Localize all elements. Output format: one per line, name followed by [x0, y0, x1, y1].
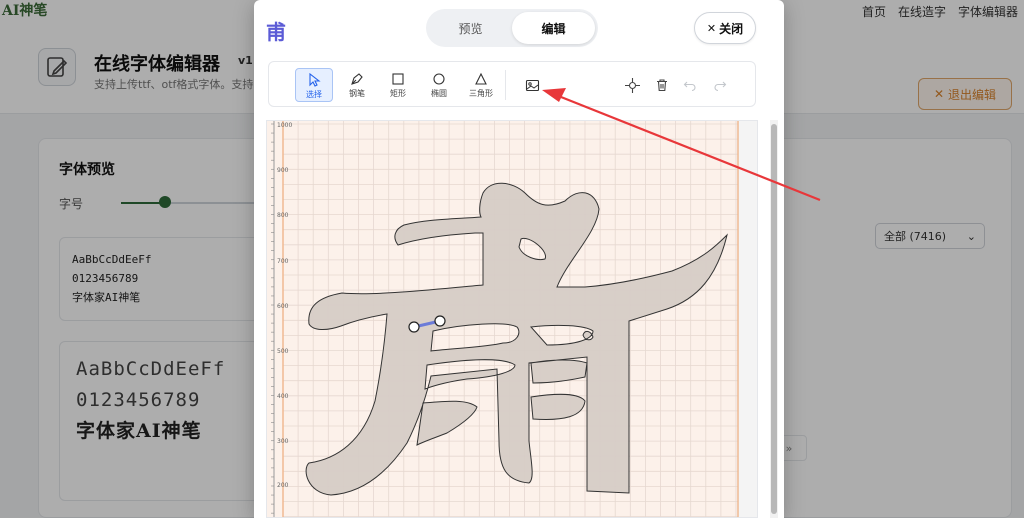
redo-button[interactable]	[709, 74, 731, 96]
pen-icon	[351, 73, 363, 85]
glyph-canvas[interactable]: 1000 900 800 700 600 500 400 300 200	[266, 120, 758, 518]
tool-ellipse[interactable]: 椭圆	[420, 68, 458, 102]
edit-toolbar: 选择 钢笔 矩形 椭圆 三角形	[268, 61, 756, 107]
undo-icon	[683, 81, 696, 92]
tool-label: 椭圆	[431, 89, 447, 98]
tool-label: 矩形	[390, 89, 406, 98]
ruler-label: 500	[277, 348, 289, 355]
center-button[interactable]	[621, 74, 643, 96]
image-icon	[525, 79, 539, 91]
tool-pen[interactable]: 钢笔	[338, 68, 376, 102]
tool-label: 三角形	[469, 89, 493, 98]
tool-select[interactable]: 选择	[295, 68, 333, 102]
tab-edit[interactable]: 编辑	[512, 12, 595, 44]
close-label: 关闭	[719, 21, 744, 36]
tool-triangle[interactable]: 三角形	[462, 68, 500, 102]
modal-scrollbar[interactable]	[770, 120, 778, 518]
anchor-point[interactable]	[408, 321, 420, 333]
tool-label: 选择	[306, 90, 322, 99]
rectangle-icon	[392, 73, 404, 85]
trash-icon	[657, 79, 667, 92]
glyph-editor-modal: 甫 预览 编辑 ✕ 关闭 选择 钢笔 矩形 椭圆 三角形 1000 900 80…	[254, 0, 784, 518]
pointer-icon	[309, 73, 321, 87]
mode-tabs: 预览 编辑	[426, 9, 598, 47]
ruler-label: 700	[277, 258, 289, 265]
current-glyph: 甫	[266, 20, 286, 44]
undo-button[interactable]	[679, 74, 701, 96]
ruler-label: 200	[277, 482, 289, 489]
crosshair-icon	[624, 77, 640, 93]
tab-preview[interactable]: 预览	[429, 12, 512, 44]
ruler-label: 1000	[277, 122, 292, 129]
delete-button[interactable]	[651, 74, 673, 96]
triangle-icon	[475, 72, 487, 85]
tool-rectangle[interactable]: 矩形	[379, 68, 417, 102]
ruler-label: 900	[277, 167, 289, 174]
ruler-label: 300	[277, 438, 289, 445]
close-icon: ✕	[706, 21, 717, 35]
tool-label: 钢笔	[349, 89, 365, 98]
ruler-label: 400	[277, 393, 289, 400]
ruler-label: 600	[277, 303, 289, 310]
redo-icon	[714, 81, 727, 92]
glyph-canvas-svg[interactable]: 1000 900 800 700 600 500 400 300 200	[267, 121, 758, 518]
scroll-thumb[interactable]	[771, 124, 777, 514]
toolbar-divider	[505, 70, 506, 100]
close-button[interactable]: ✕ 关闭	[694, 12, 756, 44]
ellipse-icon	[433, 73, 445, 85]
ruler-label: 800	[277, 212, 289, 219]
insert-image-button[interactable]	[521, 74, 543, 96]
anchor-point[interactable]	[434, 315, 446, 327]
